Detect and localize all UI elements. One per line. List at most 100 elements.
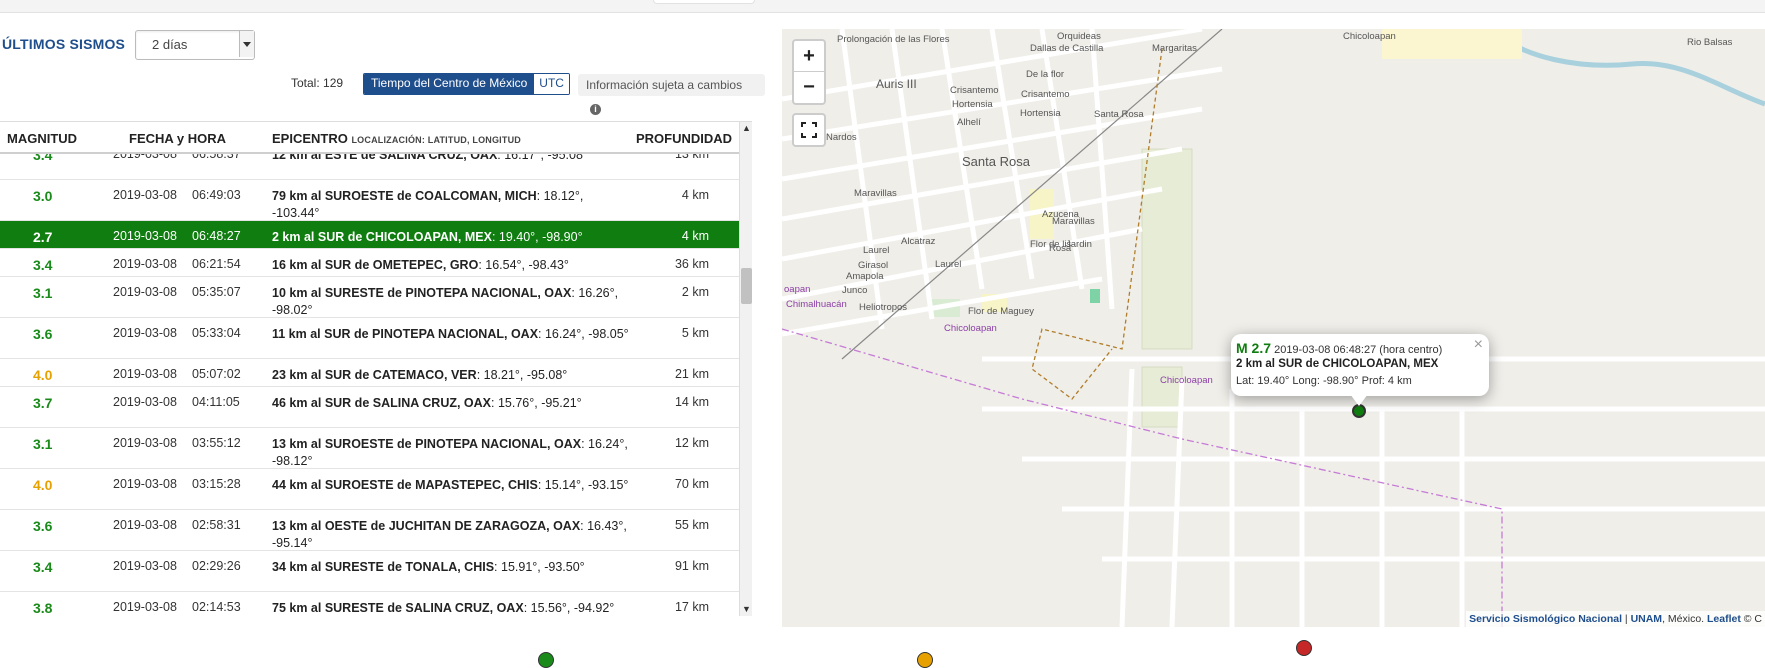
row-depth: 12 km bbox=[674, 436, 709, 450]
map-label: Santa Rosa bbox=[962, 154, 1030, 169]
col-epicenter[interactable]: EPICENTRO LOCALIZACIÓN: LATITUD, LONGITU… bbox=[272, 131, 521, 146]
chevron-down-icon[interactable] bbox=[239, 31, 254, 57]
row-magnitude: 4.0 bbox=[33, 477, 53, 493]
col-depth[interactable]: PROFUNDIDAD bbox=[636, 131, 732, 146]
map-label: Laurel bbox=[935, 259, 962, 270]
row-coords: : 15.76°, -95.21° bbox=[491, 396, 582, 410]
row-depth: 55 km bbox=[674, 518, 709, 532]
table-row[interactable]: 3.7 2019-03-08 04:11:05 46 km al SUR de SAL… bbox=[0, 387, 739, 428]
row-date: 2019-03-08 bbox=[113, 477, 177, 491]
map-label: Alcatraz bbox=[901, 236, 936, 247]
table-row[interactable]: 3.8 2019-03-08 02:14:53 75 km al SURESTE de… bbox=[0, 592, 739, 616]
zoom-out-button[interactable]: − bbox=[794, 72, 824, 102]
row-magnitude: 3.6 bbox=[33, 518, 53, 534]
row-place: 44 km al SUROESTE de MAPASTEPEC, CHIS bbox=[272, 478, 538, 492]
period-select[interactable]: 2 días bbox=[135, 30, 255, 60]
row-time: 03:15:28 bbox=[192, 477, 241, 491]
timezone-toggle[interactable]: Tiempo del Centro de México UTC bbox=[363, 73, 570, 95]
table-row[interactable]: 3.1 2019-03-08 05:35:07 10 km al SURESTE de… bbox=[0, 277, 739, 318]
map-label: Santa Rosa bbox=[1094, 109, 1144, 120]
col-epicenter-label: EPICENTRO bbox=[272, 131, 348, 146]
row-coords: : 19.40°, -98.90° bbox=[491, 230, 583, 244]
map-label: Crisantemo bbox=[950, 85, 999, 96]
row-magnitude: 3.7 bbox=[33, 395, 53, 411]
row-magnitude: 3.6 bbox=[33, 326, 53, 342]
attribution-org[interactable]: Servicio Sismológico Nacional bbox=[1469, 613, 1622, 625]
scroll-up-icon[interactable]: ▲ bbox=[740, 122, 752, 135]
row-coords: : 15.56°, -94.92° bbox=[523, 601, 615, 615]
tz-central-button[interactable]: Tiempo del Centro de México bbox=[364, 74, 535, 94]
map-label: Orquideas bbox=[1057, 31, 1101, 42]
row-time: 05:07:02 bbox=[192, 367, 241, 381]
row-epicenter: 23 km al SUR de CATEMACO, VER: 18.21°, -… bbox=[272, 367, 632, 384]
row-time: 05:35:07 bbox=[192, 285, 241, 299]
table-row[interactable]: 3.0 2019-03-08 06:49:03 79 km al SUROESTE d… bbox=[0, 180, 739, 221]
table-row[interactable]: 2.7 2019-03-08 06:48:27 2 km al SUR de CHIC… bbox=[0, 221, 739, 249]
row-date: 2019-03-08 bbox=[113, 229, 177, 243]
row-epicenter: 13 km al OESTE de JUCHITAN DE ZARAGOZA, … bbox=[272, 518, 632, 552]
row-depth: 21 km bbox=[674, 367, 709, 381]
row-magnitude: 2.7 bbox=[33, 229, 53, 245]
row-date: 2019-03-08 bbox=[113, 188, 177, 202]
row-depth: 13 km bbox=[674, 154, 709, 161]
row-coords: : 15.14°, -93.15° bbox=[537, 478, 629, 492]
info-icon: i bbox=[590, 104, 601, 115]
info-badge[interactable]: Información sujeta a cambios i bbox=[578, 74, 765, 115]
table-row[interactable]: 3.4 2019-03-08 06:21:54 16 km al SUR de OME… bbox=[0, 249, 739, 277]
row-magnitude: 3.4 bbox=[33, 559, 53, 575]
row-magnitude: 3.8 bbox=[33, 600, 53, 616]
table-row[interactable]: 3.4 2019-03-08 06:58:37 12 km al ESTE de SA… bbox=[0, 154, 739, 180]
zoom-in-button[interactable]: + bbox=[794, 41, 824, 72]
popup-datetime: 2019-03-08 06:48:27 (hora centro) bbox=[1274, 344, 1443, 356]
legend-red-dot bbox=[1296, 640, 1312, 656]
legend-green-dot bbox=[538, 652, 554, 668]
table-row[interactable]: 3.1 2019-03-08 03:55:12 13 km al SUROESTE d… bbox=[0, 428, 739, 469]
row-place: 23 km al SUR de CATEMACO, VER bbox=[272, 368, 477, 382]
leaflet-link[interactable]: Leaflet bbox=[1707, 613, 1741, 625]
table-body: 3.4 2019-03-08 06:58:37 12 km al ESTE de SA… bbox=[0, 154, 739, 616]
row-coords: : 16.54°, -98.43° bbox=[478, 258, 569, 272]
map-label: Amapola bbox=[846, 271, 884, 282]
row-epicenter: 11 km al SUR de PINOTEPA NACIONAL, OAX: … bbox=[272, 326, 632, 343]
attribution-unam[interactable]: UNAM bbox=[1631, 613, 1663, 625]
row-magnitude: 4.0 bbox=[33, 367, 53, 383]
earthquake-table: MAGNITUD FECHA y HORA EPICENTRO LOCALIZA… bbox=[0, 121, 752, 616]
row-depth: 36 km bbox=[674, 257, 709, 271]
row-depth: 17 km bbox=[674, 600, 709, 614]
map-label: De la flor bbox=[1026, 69, 1065, 80]
row-date: 2019-03-08 bbox=[113, 257, 177, 271]
table-row[interactable]: 3.4 2019-03-08 02:29:26 34 km al SURESTE de… bbox=[0, 551, 739, 592]
row-depth: 14 km bbox=[674, 395, 709, 409]
row-place: 13 km al SUROESTE de PINOTEPA NACIONAL, … bbox=[272, 437, 582, 451]
popup-place: 2 km al SUR de CHICOLOAPAN, MEX bbox=[1236, 358, 1439, 370]
row-time: 02:58:31 bbox=[192, 518, 241, 532]
info-text: Información sujeta a cambios bbox=[586, 78, 743, 92]
close-icon[interactable]: × bbox=[1474, 336, 1483, 354]
earthquake-list-panel: ÚLTIMOS SISMOS 2 días Total: 129 Tiempo … bbox=[0, 12, 933, 668]
col-magnitude[interactable]: MAGNITUD bbox=[7, 131, 77, 146]
tz-utc-button[interactable]: UTC bbox=[534, 74, 569, 94]
table-row[interactable]: 4.0 2019-03-08 05:07:02 23 km al SUR de CAT… bbox=[0, 359, 739, 387]
table-row[interactable]: 3.6 2019-03-08 02:58:31 13 km al OESTE de J… bbox=[0, 510, 739, 551]
row-magnitude: 3.1 bbox=[33, 285, 53, 301]
fullscreen-button[interactable] bbox=[792, 113, 826, 147]
row-time: 06:48:27 bbox=[192, 229, 241, 243]
scroll-thumb[interactable] bbox=[741, 268, 752, 304]
row-epicenter: 16 km al SUR de OMETEPEC, GRO: 16.54°, -… bbox=[272, 257, 632, 274]
table-row[interactable]: 4.0 2019-03-08 03:15:28 44 km al SUROESTE d… bbox=[0, 469, 739, 510]
table-row[interactable]: 3.6 2019-03-08 05:33:04 11 km al SUR de PIN… bbox=[0, 318, 739, 359]
row-epicenter: 12 km al ESTE de SALINA CRUZ, OAX: 16.17… bbox=[272, 154, 632, 164]
map-label: Maravillas bbox=[854, 188, 897, 199]
epicenter-marker[interactable] bbox=[1352, 404, 1366, 418]
row-depth: 70 km bbox=[674, 477, 709, 491]
map-label: Girasol bbox=[858, 260, 889, 271]
table-scrollbar[interactable]: ▲ ▼ bbox=[739, 122, 752, 616]
epicenter-map[interactable]: Chicoloapan Rio Balsas Margaritas Orquid… bbox=[782, 29, 1765, 627]
col-datetime[interactable]: FECHA y HORA bbox=[129, 131, 226, 146]
map-label: Azucena bbox=[1042, 209, 1079, 220]
top-tab[interactable] bbox=[653, 0, 755, 4]
popup-details: Lat: 19.40° Long: -98.90° Prof: 4 km bbox=[1236, 375, 1412, 387]
row-time: 04:11:05 bbox=[192, 395, 240, 409]
row-date: 2019-03-08 bbox=[113, 395, 177, 409]
scroll-down-icon[interactable]: ▼ bbox=[740, 603, 752, 616]
